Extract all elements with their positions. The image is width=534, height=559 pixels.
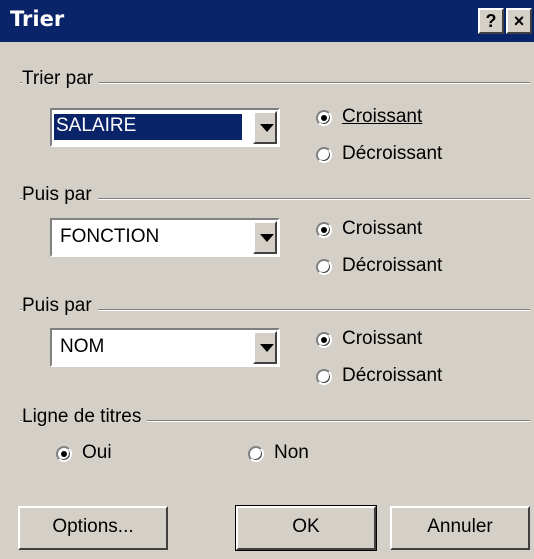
help-button[interactable]: ? — [478, 8, 504, 34]
help-icon: ? — [485, 11, 497, 31]
chevron-down-icon — [260, 344, 274, 352]
radio-checked-icon — [316, 222, 332, 238]
header-row-yes-label: Oui — [82, 442, 112, 463]
title-bar[interactable]: Trier ? × — [0, 0, 534, 42]
sort1-field-value: SALAIRE — [53, 113, 243, 141]
sort2-field-select[interactable]: FONCTION — [50, 218, 280, 257]
close-button[interactable]: × — [506, 8, 532, 34]
sort3-descending-label: Décroissant — [342, 365, 443, 386]
sort3-dropdown-button[interactable] — [253, 331, 277, 364]
sort3-ascending-label: Croissant — [342, 328, 423, 349]
radio-checked-icon — [316, 332, 332, 348]
ok-button[interactable]: OK — [235, 505, 377, 551]
chevron-down-icon — [260, 234, 274, 242]
header-row-label: Ligne de titres — [22, 406, 148, 428]
radio-checked-icon — [316, 110, 332, 126]
sort-dialog: Trier ? × Trier par SALAIRE Croissant Dé… — [0, 0, 534, 559]
sort1-field-select[interactable]: SALAIRE — [50, 108, 280, 147]
header-row-no-label: Non — [274, 442, 309, 463]
sort1-ascending-label: Croissant — [342, 106, 423, 127]
radio-unchecked-icon — [248, 446, 264, 462]
sort2-label: Puis par — [22, 184, 98, 206]
options-button[interactable]: Options... — [18, 506, 168, 550]
cancel-button[interactable]: Annuler — [390, 506, 530, 550]
sort1-dropdown-button[interactable] — [253, 111, 277, 144]
sort1-label: Trier par — [22, 68, 100, 90]
sort2-dropdown-button[interactable] — [253, 221, 277, 254]
sort3-field-value: NOM — [60, 336, 105, 357]
sort3-label: Puis par — [22, 295, 98, 317]
radio-checked-icon — [56, 446, 72, 462]
sort2-ascending-label: Croissant — [342, 218, 423, 239]
radio-unchecked-icon — [316, 369, 332, 385]
close-icon: × — [513, 11, 525, 31]
sort2-descending-label: Décroissant — [342, 255, 443, 276]
radio-unchecked-icon — [316, 147, 332, 163]
sort3-field-select[interactable]: NOM — [50, 328, 280, 367]
radio-unchecked-icon — [316, 259, 332, 275]
sort1-descending-label: Décroissant — [342, 143, 443, 164]
sort2-field-value: FONCTION — [60, 226, 160, 247]
dialog-title: Trier — [10, 7, 65, 31]
chevron-down-icon — [260, 124, 274, 132]
